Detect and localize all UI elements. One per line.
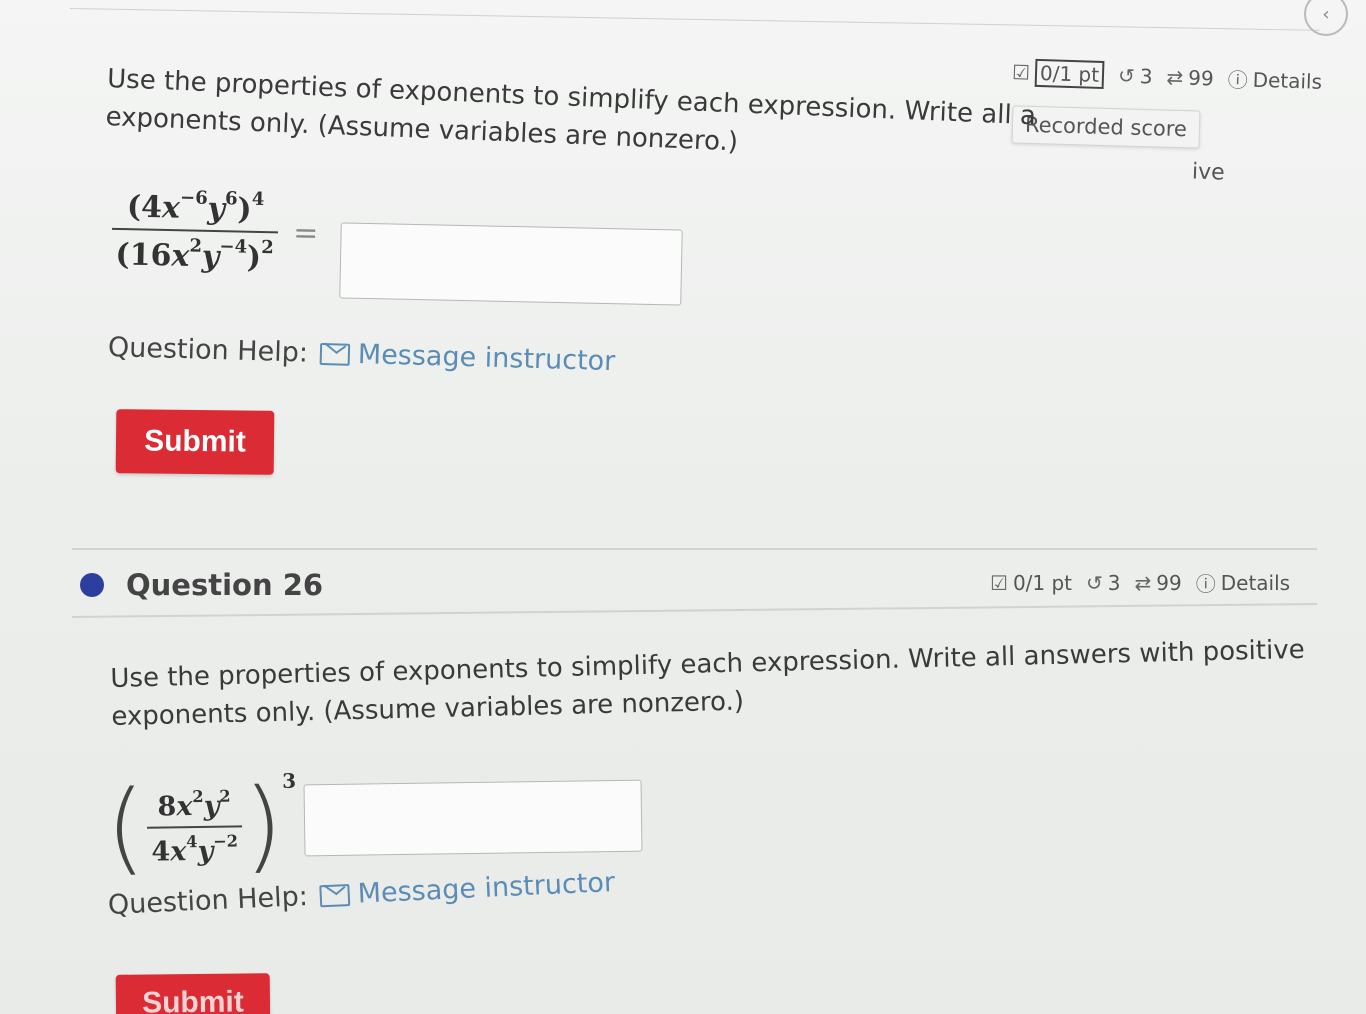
- equals-sign: =: [292, 215, 319, 252]
- retry-icon: ↺: [1086, 570, 1103, 595]
- q26-attempts: ↺ 3: [1086, 570, 1121, 595]
- info-icon: ⓘ: [1227, 67, 1249, 93]
- q26-tries: ⇄ 99: [1134, 570, 1182, 595]
- checkbox-icon: ☑: [1011, 59, 1031, 85]
- q25-details[interactable]: ⓘ Details: [1227, 64, 1322, 96]
- q25-attempts: ↺ 3: [1117, 62, 1153, 89]
- q25-tries: ⇄ 99: [1166, 64, 1215, 90]
- chevron-left-icon: ‹: [1322, 3, 1330, 25]
- top-divider: [69, 8, 1320, 31]
- q26-message-instructor-link[interactable]: Message instructor: [319, 867, 616, 911]
- q25-numerator: (4x−6y6)4: [126, 187, 265, 228]
- q25-prompt-tail: ive: [1191, 159, 1226, 186]
- q25-message-instructor-link[interactable]: Message instructor: [319, 338, 616, 377]
- q26-header-divider: [71, 602, 1317, 618]
- retry-icon: ↺: [1117, 62, 1136, 88]
- q25-answer-input[interactable]: [339, 222, 683, 306]
- q26-details[interactable]: ⓘ Details: [1196, 568, 1290, 597]
- q25-denominator: (16x2y−4)2: [115, 235, 275, 276]
- repeat-icon: ⇄: [1134, 570, 1152, 595]
- q25-prompt: Use the properties of exponents to simpl…: [105, 63, 1037, 158]
- section-divider: [72, 548, 1317, 550]
- back-button[interactable]: ‹: [1304, 0, 1348, 36]
- checkbox-icon: ☑: [990, 570, 1008, 595]
- recorded-score-tooltip: Recorded score: [1011, 105, 1201, 149]
- info-icon: ⓘ: [1195, 572, 1216, 596]
- q26-expression: ( 8x2y2 4x4y−2 )3: [105, 766, 297, 886]
- question-status-dot: [80, 573, 104, 597]
- q25-meta: ☑ 0/1 pt ↺ 3 ⇄ 99 ⓘ Details: [1012, 57, 1323, 96]
- fraction-bar: [147, 824, 242, 829]
- q25-submit-button[interactable]: Submit: [115, 409, 275, 475]
- page: ‹ ☑ 0/1 pt ↺ 3 ⇄ 99 ⓘ Details Recorded s…: [0, 0, 1366, 1014]
- q26-numerator: 8x2y2: [157, 786, 231, 823]
- q26-answer-input[interactable]: [303, 779, 643, 857]
- fraction-bar: [112, 228, 279, 234]
- q26-submit-button[interactable]: Submit: [115, 973, 271, 1014]
- mail-icon: [319, 883, 351, 907]
- mail-icon: [319, 342, 351, 366]
- repeat-icon: ⇄: [1166, 64, 1184, 90]
- q26-title: Question 26: [126, 568, 324, 602]
- q26-outer-exponent: 3: [281, 768, 297, 793]
- q25-points: ☑ 0/1 pt: [1012, 58, 1105, 89]
- q25-question-help: Question Help: Message instructor: [107, 332, 616, 378]
- q26-prompt: Use the properties of exponents to simpl…: [110, 634, 1305, 732]
- q26-header: Question 26: [80, 568, 323, 602]
- q26-points: ☑ 0/1 pt: [990, 570, 1073, 595]
- q26-meta: ☑ 0/1 pt ↺ 3 ⇄ 99 ⓘ Details: [990, 568, 1290, 597]
- q25-expression: (4x−6y6)4 (16x2y−4)2 =: [111, 186, 319, 277]
- q26-denominator: 4x4y−2: [151, 830, 239, 868]
